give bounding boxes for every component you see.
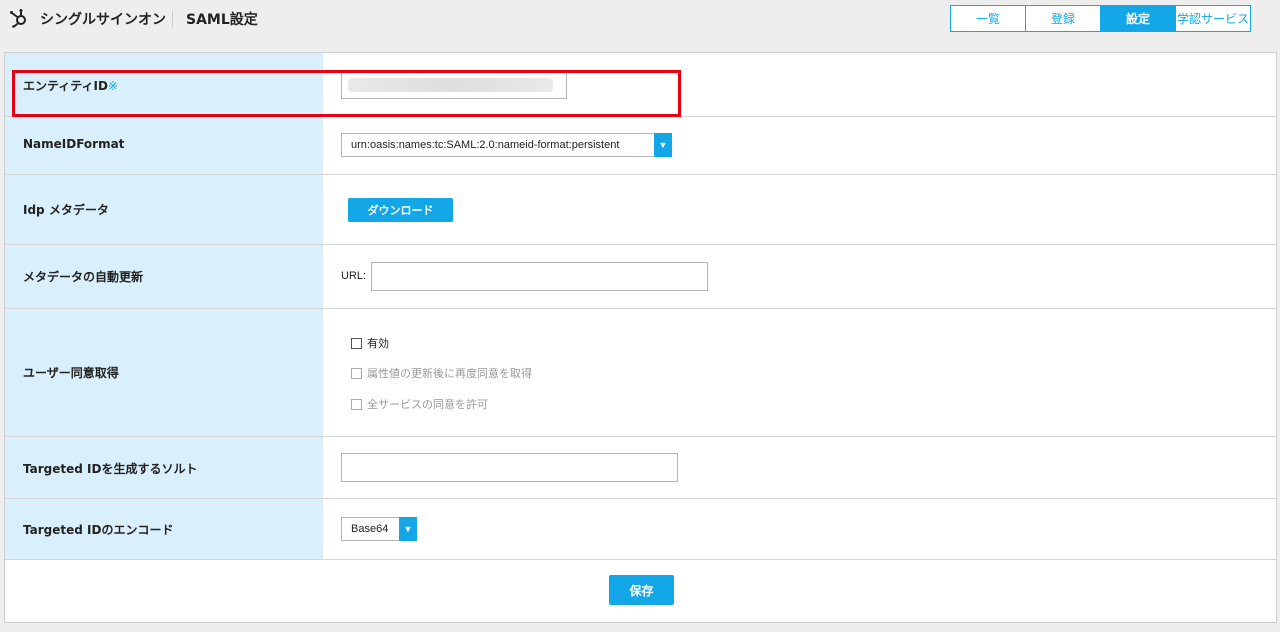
chevron-down-icon[interactable]: ▼	[654, 133, 672, 157]
save-button[interactable]: 保存	[609, 575, 674, 605]
reconsent-after-update-checkbox[interactable]: 属性値の更新後に再度同意を取得	[351, 365, 532, 381]
nameid-format-label: NameIDFormat	[23, 137, 125, 151]
user-consent-label: ユーザー同意取得	[23, 366, 119, 380]
metadata-url-input[interactable]	[371, 262, 708, 291]
label-cell: ユーザー同意取得	[5, 309, 323, 436]
targeted-id-encode-select[interactable]: Base64 ▼	[341, 517, 417, 541]
row-idp-metadata: Idp メタデータ ダウンロード	[5, 175, 1276, 245]
row-metadata-auto-update: メタデータの自動更新 URL:	[5, 245, 1276, 309]
row-nameid-format: NameIDFormat urn:oasis:names:tc:SAML:2.0…	[5, 117, 1276, 175]
allow-all-services-checkbox[interactable]: 全サービスの同意を許可	[351, 396, 488, 412]
label-cell: Targeted IDのエンコード	[5, 499, 323, 559]
page-subtitle: SAML設定	[186, 12, 258, 28]
tab-list[interactable]: 一覧	[950, 5, 1026, 32]
nameid-format-value: urn:oasis:names:tc:SAML:2.0:nameid-forma…	[351, 139, 620, 151]
tab-settings[interactable]: 設定	[1100, 5, 1176, 32]
metadata-auto-update-label: メタデータの自動更新	[23, 270, 144, 284]
label-cell: Idp メタデータ	[5, 175, 323, 244]
label-cell: NameIDFormat	[5, 117, 323, 174]
checkbox-label: 有効	[367, 337, 389, 350]
row-user-consent: ユーザー同意取得 有効 属性値の更新後に再度同意を取得 全サービスの同意を許可	[5, 309, 1276, 437]
redacted-value	[348, 78, 553, 92]
checkbox-label: 属性値の更新後に再度同意を取得	[367, 367, 532, 380]
nav-tabs: 一覧 登録 設定 学認サービス	[950, 5, 1251, 32]
label-cell: メタデータの自動更新	[5, 245, 323, 308]
url-label: URL:	[341, 270, 367, 282]
targeted-id-encode-value: Base64	[351, 523, 389, 535]
tab-gakunin-service[interactable]: 学認サービス	[1175, 5, 1251, 32]
targeted-id-salt-label: Targeted IDを生成するソルト	[23, 462, 198, 476]
title-divider	[172, 11, 173, 27]
top-bar: シングルサインオン SAML設定 一覧 登録 設定 学認サービス	[0, 0, 1280, 40]
checkbox-icon[interactable]	[351, 337, 362, 349]
consent-enabled-checkbox[interactable]: 有効	[351, 335, 389, 351]
chevron-down-icon[interactable]: ▼	[399, 517, 417, 541]
label-cell: Targeted IDを生成するソルト	[5, 437, 323, 498]
entity-id-label: エンティティID※	[23, 79, 119, 93]
required-mark: ※	[108, 79, 119, 93]
checkbox-label: 全サービスの同意を許可	[367, 398, 488, 411]
tab-register[interactable]: 登録	[1025, 5, 1101, 32]
page-title: シングルサインオン	[40, 12, 166, 28]
row-targeted-id-encode: Targeted IDのエンコード Base64 ▼	[5, 499, 1276, 560]
nameid-format-select[interactable]: urn:oasis:names:tc:SAML:2.0:nameid-forma…	[341, 133, 672, 157]
targeted-id-salt-input[interactable]	[341, 453, 678, 482]
targeted-id-encode-label: Targeted IDのエンコード	[23, 523, 174, 537]
row-targeted-id-salt: Targeted IDを生成するソルト	[5, 437, 1276, 499]
label-cell: エンティティID※	[5, 53, 323, 116]
idp-metadata-label: Idp メタデータ	[23, 203, 109, 217]
download-button[interactable]: ダウンロード	[348, 198, 453, 222]
checkbox-icon[interactable]	[351, 367, 362, 379]
row-entity-id: エンティティID※	[5, 53, 1276, 117]
entity-id-input[interactable]	[341, 70, 567, 99]
settings-panel: エンティティID※ NameIDFormat urn:oasis:names:t…	[4, 52, 1277, 623]
checkbox-icon[interactable]	[351, 398, 362, 410]
hubspot-sprocket-icon	[10, 9, 26, 28]
